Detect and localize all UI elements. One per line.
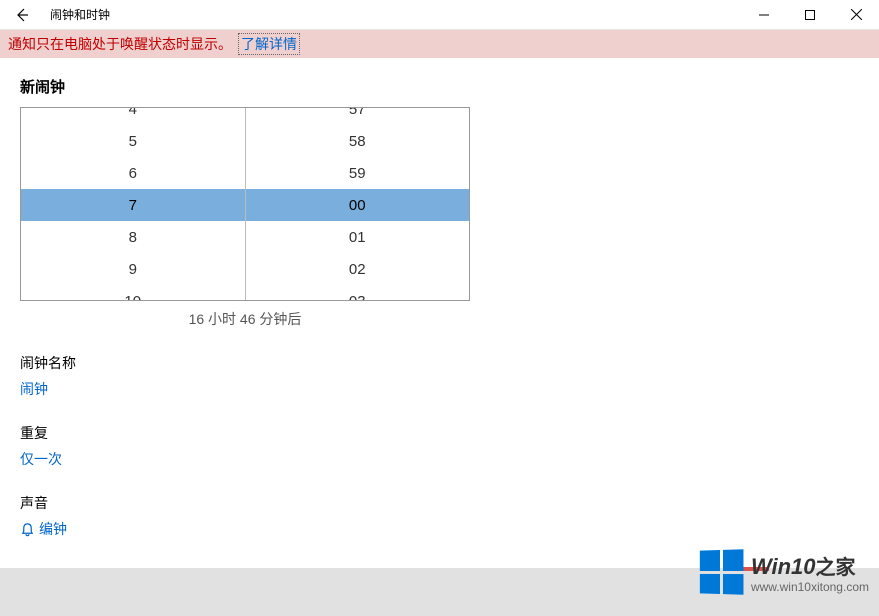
watermark-title-zh: 之家 <box>816 557 856 579</box>
bell-icon <box>20 522 35 537</box>
notification-link[interactable]: 了解详情 <box>238 33 300 55</box>
hour-option[interactable]: 10 <box>21 285 245 301</box>
close-icon <box>851 9 862 20</box>
alarm-name-value[interactable]: 闹钟 <box>20 379 48 399</box>
watermark-url: www.win10xitong.com <box>751 580 869 594</box>
minute-option[interactable]: 58 <box>246 125 470 157</box>
hour-option-selected[interactable]: 7 <box>21 189 245 221</box>
sound-value[interactable]: 编钟 <box>20 519 67 539</box>
window-controls <box>741 0 879 30</box>
minute-column[interactable]: 57 58 59 00 01 02 03 <box>245 108 470 300</box>
minute-option[interactable]: 59 <box>246 157 470 189</box>
hour-option[interactable]: 9 <box>21 253 245 285</box>
minimize-icon <box>759 10 769 20</box>
notification-bar: 通知只在电脑处于唤醒状态时显示。 了解详情 <box>0 30 879 58</box>
window-title: 闹钟和时钟 <box>50 6 110 23</box>
setting-repeat: 重复 仅一次 <box>20 423 859 469</box>
time-picker[interactable]: 4 5 6 7 8 9 10 57 58 59 00 01 02 03 <box>20 107 470 301</box>
back-button[interactable] <box>0 0 44 30</box>
sound-label: 声音 <box>20 493 859 513</box>
minimize-button[interactable] <box>741 0 787 30</box>
hour-column[interactable]: 4 5 6 7 8 9 10 <box>21 108 245 300</box>
minute-option[interactable]: 02 <box>246 253 470 285</box>
repeat-label: 重复 <box>20 423 859 443</box>
watermark-text: Win10之家 www.win10xitong.com <box>751 551 869 594</box>
maximize-icon <box>805 10 815 20</box>
content-area: 新闹钟 4 5 6 7 8 9 10 57 58 59 00 01 02 03 <box>0 76 879 612</box>
setting-alarm-name: 闹钟名称 闹钟 <box>20 353 859 399</box>
hour-option[interactable]: 8 <box>21 221 245 253</box>
minute-option[interactable]: 57 <box>246 107 470 125</box>
maximize-button[interactable] <box>787 0 833 30</box>
close-button[interactable] <box>833 0 879 30</box>
title-bar: 闹钟和时钟 <box>0 0 879 30</box>
arrow-left-icon <box>14 7 30 23</box>
repeat-value[interactable]: 仅一次 <box>20 449 62 469</box>
watermark-title-en: Win10 <box>751 554 816 579</box>
watermark: Win10之家 www.win10xitong.com <box>699 550 869 594</box>
minute-option[interactable]: 03 <box>246 285 470 301</box>
hour-option[interactable]: 6 <box>21 157 245 189</box>
windows-logo-icon <box>700 549 744 594</box>
time-remaining: 16 小时 46 分钟后 <box>20 309 470 329</box>
alarm-name-label: 闹钟名称 <box>20 353 859 373</box>
hour-option[interactable]: 4 <box>21 107 245 125</box>
minute-option-selected[interactable]: 00 <box>246 189 470 221</box>
hour-option[interactable]: 5 <box>21 125 245 157</box>
notification-text: 通知只在电脑处于唤醒状态时显示。 <box>8 34 232 54</box>
setting-sound: 声音 编钟 <box>20 493 859 542</box>
minute-option[interactable]: 01 <box>246 221 470 253</box>
page-heading: 新闹钟 <box>20 76 859 97</box>
sound-value-text: 编钟 <box>39 519 67 539</box>
